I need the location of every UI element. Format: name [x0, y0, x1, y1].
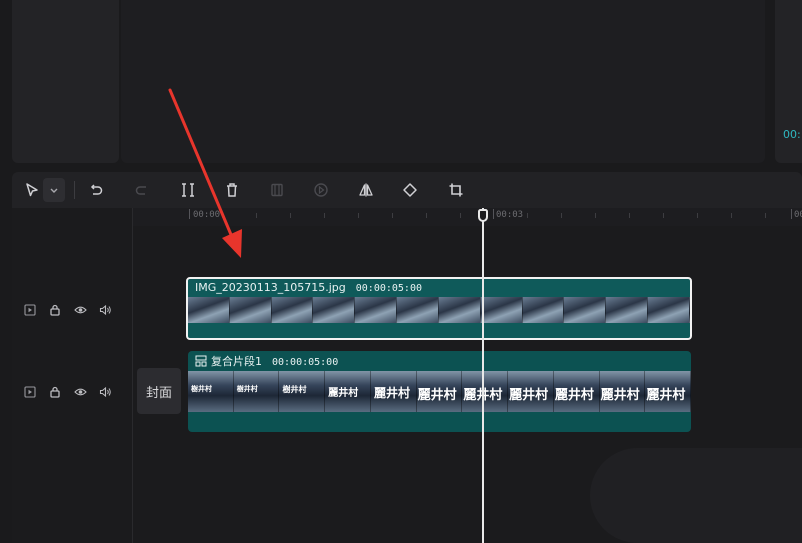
track-headers: [12, 208, 133, 543]
clip-duration: 00:00:05:00: [272, 357, 339, 368]
clip-duration: 00:00:05:00: [355, 283, 422, 294]
track-1-controls: [23, 303, 112, 317]
clip-label: IMG_20230113_105715.jpg 00:00:05:00: [195, 281, 422, 294]
timeline-toolbar: [12, 172, 802, 208]
undo-icon[interactable]: [84, 172, 108, 208]
thumb-overlay-text: 麗井村: [373, 386, 410, 400]
lock-icon[interactable]: [48, 385, 62, 399]
media-panel: [12, 0, 119, 163]
thumb-overlay-text: 麗井村: [600, 388, 640, 403]
playhead-handle[interactable]: [478, 209, 488, 222]
visibility-eye-icon[interactable]: [73, 303, 87, 317]
mirror-icon[interactable]: [354, 172, 378, 208]
compound-clip-icon: [195, 355, 207, 370]
playhead-line[interactable]: [482, 208, 484, 543]
clip-thumbnails: [188, 297, 690, 323]
thumb-overlay-text: 麗井村: [509, 388, 549, 403]
clip-label: 复合片段1 00:00:05:00: [195, 353, 338, 370]
freeze-icon[interactable]: [265, 172, 289, 208]
redo-icon[interactable]: [130, 172, 154, 208]
player-time: 00:: [783, 128, 801, 141]
ruler-label: 00:00: [193, 210, 221, 220]
video-clip-image[interactable]: IMG_20230113_105715.jpg 00:00:05:00: [186, 277, 692, 340]
cover-button[interactable]: 封面: [137, 368, 181, 414]
reverse-icon[interactable]: [309, 172, 333, 208]
clip-thumbnails: 樹井村 樹井村 樹井村 麗井村 麗井村 麗井村 麗井村 麗井村 麗井村 麗井村 …: [188, 371, 691, 412]
clip-name: 复合片段1: [211, 355, 262, 368]
time-ruler[interactable]: [133, 208, 802, 226]
track-2-controls: [23, 385, 112, 399]
audio-speaker-icon[interactable]: [98, 385, 112, 399]
toolbar-divider: [74, 181, 75, 199]
select-dropdown-icon[interactable]: [43, 178, 65, 202]
crop-icon[interactable]: [444, 172, 468, 208]
compound-clip[interactable]: 复合片段1 00:00:05:00 樹井村 樹井村 樹井村 麗井村 麗井村 麗井村…: [188, 351, 691, 432]
rotate-icon[interactable]: [398, 172, 422, 208]
thumb-overlay-text: 樹井村: [282, 384, 307, 394]
visibility-eye-icon[interactable]: [73, 385, 87, 399]
preview-player: [121, 0, 765, 163]
thumb-overlay-text: 樹井村: [236, 384, 258, 393]
thumb-overlay-text: 麗井村: [554, 388, 594, 403]
empty-track-area: [590, 448, 802, 543]
thumb-overlay-text: 麗井村: [417, 388, 457, 403]
audio-speaker-icon[interactable]: [98, 303, 112, 317]
thumb-overlay-text: 麗井村: [646, 388, 686, 403]
track-type-icon[interactable]: [23, 385, 37, 399]
ruler-label: 00:03: [496, 210, 524, 220]
thumb-overlay-text: 麗井村: [328, 388, 359, 399]
delete-icon[interactable]: [220, 172, 244, 208]
track-type-icon[interactable]: [23, 303, 37, 317]
thumb-overlay-text: 樹井村: [191, 384, 212, 393]
select-tool-icon[interactable]: [20, 172, 44, 208]
lock-icon[interactable]: [48, 303, 62, 317]
clip-name: IMG_20230113_105715.jpg: [195, 281, 346, 294]
split-icon[interactable]: [176, 172, 200, 208]
ruler-label: 00:: [794, 210, 802, 220]
